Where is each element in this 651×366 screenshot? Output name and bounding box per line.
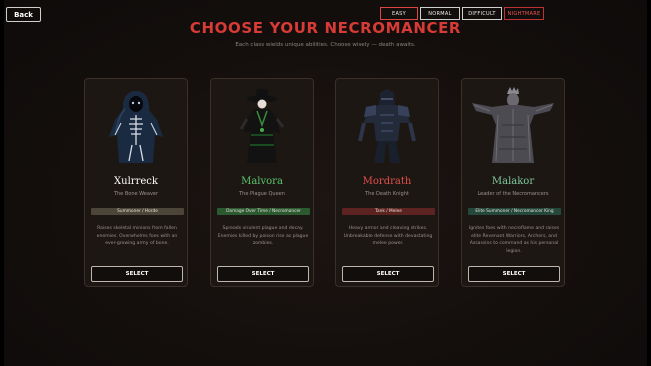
- malvora-portrait: [239, 89, 285, 163]
- class-name: Malvora: [241, 176, 283, 187]
- class-name: Xulrreck: [114, 176, 158, 187]
- class-description: Raises skeletal minions from fallen enem…: [96, 226, 178, 246]
- class-description: Ignites foes with necroflame and raises …: [468, 226, 560, 254]
- frame-edge-right: [647, 0, 651, 366]
- select-malvora-button[interactable]: SELECT: [217, 266, 309, 282]
- class-tag-badge: Summoner / Horde: [91, 208, 184, 215]
- frame-edge-left: [0, 0, 4, 366]
- select-xulrreck-button[interactable]: SELECT: [91, 266, 183, 282]
- class-card-xulrreck[interactable]: Xulrreck The Bone Weaver Summoner / Hord…: [84, 78, 188, 287]
- select-malakor-button[interactable]: SELECT: [468, 266, 560, 282]
- page-title: CHOOSE YOUR NECROMANCER: [189, 19, 462, 37]
- class-name: Malakor: [491, 176, 535, 187]
- class-description: Heavy armor and cleaving strikes. Unbrea…: [343, 226, 433, 246]
- class-role: The Bone Weaver: [113, 191, 159, 197]
- class-role: The Death Knight: [365, 191, 409, 197]
- xulrreck-portrait: [109, 91, 163, 163]
- class-name: Mordrath: [362, 176, 412, 187]
- class-select-screen: Back EASY NORMAL DIFFICULT NIGHTMARE CHO…: [0, 0, 651, 366]
- class-role: The Plague Queen: [239, 191, 285, 197]
- select-mordrath-button[interactable]: SELECT: [342, 266, 434, 282]
- class-card-mordrath[interactable]: Mordrath The Death Knight Tank / Melee H…: [335, 78, 439, 287]
- class-card-malvora[interactable]: Malvora The Plague Queen Damage Over Tim…: [210, 78, 314, 287]
- class-tag-badge: Damage Over Time / Necromancer: [217, 208, 310, 215]
- page-subtitle: Each class wields unique abilities. Choo…: [235, 42, 416, 48]
- class-role: Leader of the Necromancers: [477, 191, 549, 197]
- malakor-portrait: [472, 87, 554, 163]
- class-tag-badge: Tank / Melee: [342, 208, 435, 215]
- mordrath-portrait: [358, 89, 416, 163]
- class-description: Spreads virulent plague and decay. Enemi…: [217, 226, 309, 246]
- class-card-malakor[interactable]: Malakor Leader of the Necromancers Elite…: [461, 78, 565, 287]
- class-tag-badge: Elite Summoner / Necromancer King: [468, 208, 561, 215]
